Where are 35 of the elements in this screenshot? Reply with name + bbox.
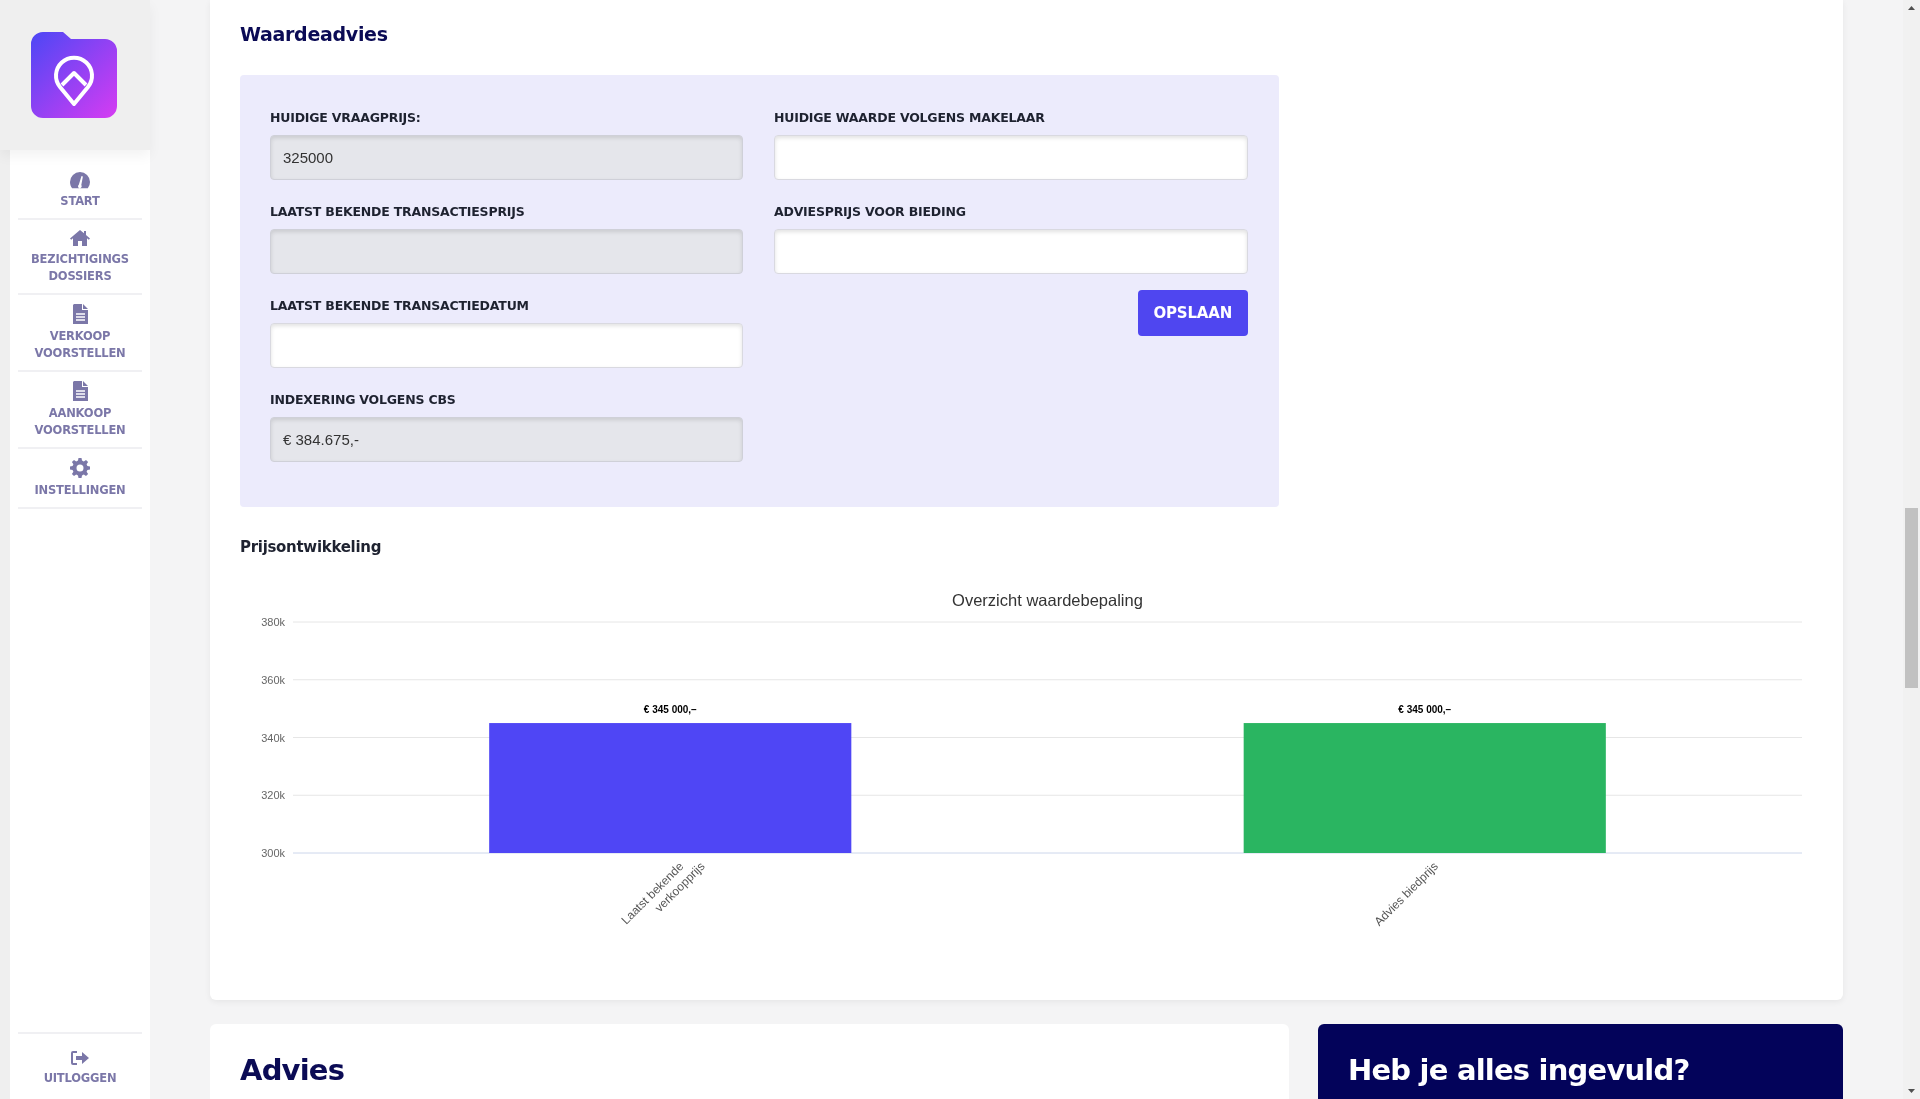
field-label: LAATST BEKENDE TRANSACTIESPRIJS [270, 204, 526, 220]
input-field[interactable] [774, 135, 1248, 180]
field-label: LAATST BEKENDE TRANSACTIEDATUM [270, 298, 530, 314]
app-logo[interactable] [31, 32, 117, 118]
nav-item[interactable]: AANKOOP VOORSTELLEN [18, 372, 142, 449]
nav-item[interactable]: VERKOOP VOORSTELLEN [18, 295, 142, 372]
speedometer-icon [69, 171, 91, 189]
nav-item[interactable]: START [18, 162, 142, 220]
nav-item[interactable]: BEZICHTIGINGS DOSSIERS [18, 220, 142, 295]
field-label: HUIDIGE VRAAGPRIJS: [270, 110, 422, 126]
axis-tick-label: 300k [261, 847, 285, 859]
field-label: ADVIESPRIJS VOOR BIEDING [774, 204, 967, 220]
save-button[interactable]: OPSLAAN [1137, 290, 1248, 336]
axis-tick-label: 380k [261, 616, 285, 628]
value-label: € 345 000,– [643, 704, 697, 716]
nav-item[interactable]: INSTELLINGEN [18, 449, 142, 509]
settings-icon [70, 458, 90, 478]
input-field[interactable] [774, 229, 1248, 274]
document-icon [72, 304, 88, 324]
axis-tick-label: 340k [261, 731, 285, 744]
section-title: Prijsontwikkeling [240, 537, 383, 557]
chart-title: Overzicht waardebepaling [952, 591, 1143, 609]
document-icon [72, 381, 88, 401]
field-label: INDEXERING VOLGENS CBS [270, 392, 457, 408]
card-title: Heb je alles ingevuld? [1348, 1052, 1691, 1089]
card-title: Advies [240, 1052, 346, 1089]
house-icon [69, 229, 91, 247]
input-field[interactable] [270, 323, 743, 368]
logout-icon [70, 1050, 90, 1066]
section-title: Waardeadvies [240, 22, 389, 46]
axis-tick-label: 320k [261, 789, 285, 802]
field-label: HUIDIGE WAARDE VOLGENS MAKELAAR [774, 110, 1046, 126]
value-label: € 345 000,– [1398, 704, 1452, 716]
logout-item[interactable]: UITLOGGEN [18, 1032, 142, 1099]
axis-tick-label: 360k [261, 673, 285, 686]
